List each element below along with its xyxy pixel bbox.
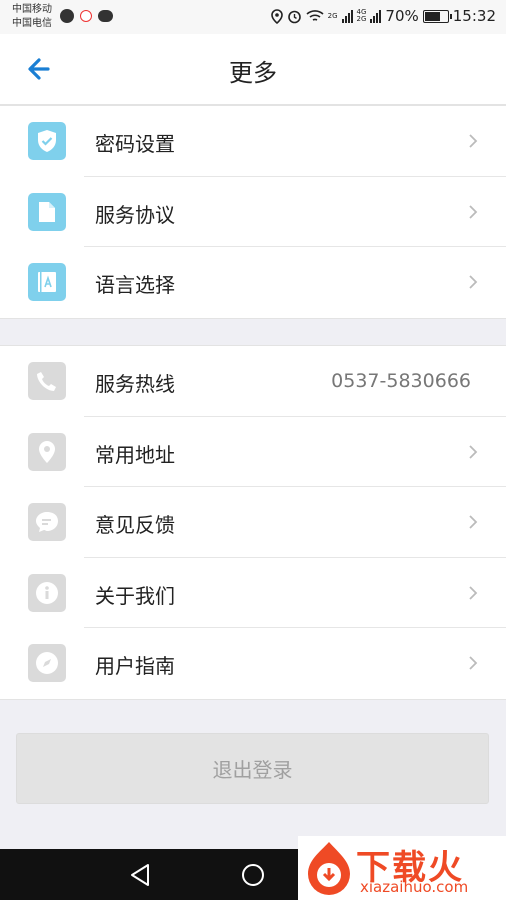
notification-app-icon [60,9,74,23]
hotline-number[interactable]: 0537-5830666 [331,370,471,392]
menu-item-addresses[interactable]: 常用地址 [0,417,506,487]
compass-icon [28,644,66,682]
menu-item-about[interactable]: 关于我们 [0,558,506,628]
network-2g-label: 2G [327,11,338,20]
chevron-right-icon [469,134,478,148]
battery-percent: 70% [385,7,419,25]
chevron-right-icon [469,585,478,600]
carrier-1: 中国移动 [12,4,52,15]
chevron-right-icon [469,204,478,219]
message-icon [98,10,113,22]
menu-item-label: 语言选择 [95,273,175,297]
document-icon [28,192,66,231]
info-icon [28,573,66,612]
watermark-url: xiazaihuo.com [360,878,469,896]
wifi-icon [306,10,324,21]
menu-item-user-guide[interactable]: 用户指南 [0,628,506,699]
chat-bubble-icon [28,503,66,541]
clock: 15:32 [452,7,496,25]
carrier-names: 中国移动 中国电信 [12,3,52,31]
phone-icon [28,362,66,400]
menu-item-label: 服务协议 [95,202,175,227]
chevron-right-icon [469,515,478,529]
menu-item-label: 用户指南 [95,654,175,678]
weibo-icon [80,10,92,22]
menu-item-label: 常用地址 [95,442,175,467]
nav-back-icon[interactable] [126,861,154,889]
menu-item-service-agreement[interactable]: 服务协议 [0,177,506,247]
carrier-2: 中国电信 [12,18,52,29]
battery-icon [422,9,452,23]
alarm-icon [287,10,301,23]
settings-group-2: 服务热线 0537-5830666 常用地址 意见反馈 关于我们 用户指南 [0,345,506,700]
location-pin-icon [28,432,66,471]
menu-item-label: 关于我们 [95,583,175,608]
chevron-right-icon [469,444,478,459]
chevron-right-icon [469,275,478,289]
network-2g-label-2: 2G [356,15,367,23]
app-header: 更多 [0,34,506,105]
status-bar: 中国移动 中国电信 2G 4G 2G 70% 15:32 [0,0,506,34]
chevron-right-icon [469,656,478,670]
settings-group-1: 密码设置 服务协议 语言选择 [0,105,506,319]
signal-icon [341,9,353,23]
language-book-icon [28,263,66,301]
shield-check-icon [28,122,66,160]
flame-logo-icon [308,842,350,895]
menu-item-language[interactable]: 语言选择 [0,247,506,318]
menu-item-feedback[interactable]: 意见反馈 [0,487,506,558]
watermark: 下载火 xiazaihuo.com [298,836,506,900]
signal-icon-2 [370,9,382,23]
page-title: 更多 [229,59,277,87]
menu-item-hotline[interactable]: 服务热线 0537-5830666 [0,346,506,417]
menu-item-label: 密码设置 [95,132,175,156]
menu-item-password[interactable]: 密码设置 [0,106,506,177]
location-icon [270,8,283,24]
nav-home-icon[interactable] [239,861,267,889]
logout-button[interactable]: 退出登录 [16,733,489,804]
menu-item-label: 服务热线 [95,372,175,396]
menu-item-label: 意见反馈 [95,513,175,537]
